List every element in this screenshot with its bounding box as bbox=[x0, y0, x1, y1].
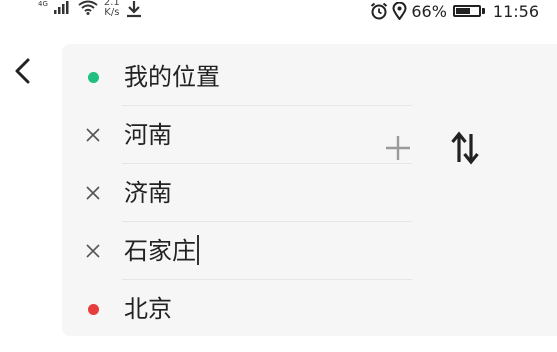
stop-label-start[interactable]: 我的位置 bbox=[124, 60, 220, 94]
route-stop-waypoint-2[interactable]: 济南 bbox=[62, 164, 412, 222]
end-dot-icon bbox=[84, 300, 102, 318]
download-icon bbox=[126, 1, 141, 18]
route-stop-list: 我的位置 河南 济南 石家庄 北京 bbox=[62, 48, 412, 338]
stop-label-waypoint-2[interactable]: 济南 bbox=[124, 176, 172, 210]
network-speed-unit: K/s bbox=[104, 7, 120, 18]
route-stop-waypoint-1[interactable]: 河南 bbox=[62, 106, 412, 164]
status-bar-right: 66% 11:56 bbox=[370, 0, 539, 22]
clock-time: 11:56 bbox=[492, 1, 539, 21]
status-bar-left: 4G 2.1 K/s bbox=[38, 0, 142, 22]
add-stop-button[interactable] bbox=[383, 133, 413, 163]
stop-label-waypoint-1[interactable]: 河南 bbox=[124, 118, 172, 152]
battery-tip bbox=[481, 8, 485, 14]
back-button[interactable] bbox=[8, 54, 38, 88]
screen: 4G 2.1 K/s 66% 11:56 我的位置 河南 济南 石家庄 北京 bbox=[0, 0, 557, 352]
location-icon bbox=[392, 2, 407, 20]
text-cursor bbox=[197, 235, 199, 265]
stop-input-waypoint-3[interactable]: 石家庄 bbox=[124, 234, 199, 268]
end-dot bbox=[87, 303, 99, 315]
plus-icon bbox=[386, 136, 410, 160]
swap-vertical-icon bbox=[451, 131, 479, 165]
swap-route-button[interactable] bbox=[450, 131, 480, 165]
signal-icon bbox=[53, 1, 69, 14]
stop-label-destination[interactable]: 北京 bbox=[124, 292, 172, 326]
back-arrow-icon bbox=[15, 58, 30, 84]
alarm-icon bbox=[371, 2, 388, 20]
status-bar: 4G 2.1 K/s 66% 11:56 bbox=[0, 0, 557, 22]
battery-level bbox=[455, 8, 470, 14]
network-type: 4G bbox=[38, 0, 48, 8]
stop-label-waypoint-3: 石家庄 bbox=[124, 237, 196, 265]
remove-waypoint-1-button[interactable] bbox=[84, 126, 102, 144]
close-icon bbox=[86, 128, 100, 142]
route-stop-start[interactable]: 我的位置 bbox=[62, 48, 412, 106]
battery-percent: 66% bbox=[411, 1, 447, 21]
route-stop-destination[interactable]: 北京 bbox=[62, 280, 412, 338]
remove-waypoint-3-button[interactable] bbox=[84, 242, 102, 260]
remove-waypoint-2-button[interactable] bbox=[84, 184, 102, 202]
battery-icon bbox=[452, 5, 481, 17]
route-stop-waypoint-3[interactable]: 石家庄 bbox=[62, 222, 412, 280]
network-speed: 2.1 K/s bbox=[104, 0, 120, 18]
close-icon bbox=[86, 244, 100, 258]
close-icon bbox=[86, 186, 100, 200]
start-dot bbox=[87, 71, 99, 83]
route-card: 我的位置 河南 济南 石家庄 北京 bbox=[62, 44, 557, 336]
start-dot-icon bbox=[84, 68, 102, 86]
wifi-icon bbox=[78, 0, 98, 15]
